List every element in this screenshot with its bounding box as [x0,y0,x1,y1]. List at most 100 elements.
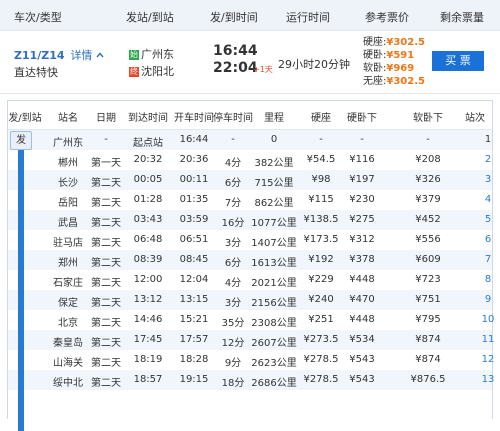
buy-ticket-button[interactable]: 买 票 [432,51,484,71]
row-hard-sleeper: ¥470 [349,294,375,305]
table-row: 北京 第二天 14:46 15:21 35分 2308公里 ¥251 ¥448 ¥795 10 [8,310,494,330]
row-soft-sleeper: ¥874 [415,354,441,365]
row-date: 第二天 [91,358,121,369]
row-stop: 6分 [224,258,242,269]
row-station: 长沙 [58,178,78,189]
table-row: 石家庄 第二天 12:00 12:04 4分 2021公里 ¥229 ¥448 ¥723 8 [8,270,492,290]
row-mileage: 382公里 [254,158,294,169]
row-hard-seat: ¥251 [308,314,334,325]
row-depart: 15:21 [179,314,209,325]
sched-col-station: 站名 [58,113,78,124]
row-depart: 17:57 [179,334,209,345]
row-index: 6 [484,234,492,245]
row-arrive: 17:45 [133,334,163,345]
schedule-header: 发/到站 站名 日期 到达时间 开车时间 停车时间 里程 硬座 硬卧下 软卧下 … [8,101,492,130]
table-row: 驻马店 第二天 06:48 06:51 3分 1407公里 ¥173.5 ¥312 ¥556 6 [8,230,492,250]
start-badge: 始 [129,50,139,60]
to-station-name: 沈阳北 [141,65,174,78]
price-item: 无座:¥302.5 [363,75,425,88]
row-index: 4 [484,194,492,205]
col-header-price: 参考票价 [365,11,409,24]
row-station: 绥中北 [53,378,83,389]
row-arrive: 06:48 [133,234,163,245]
row-stop: 9分 [224,358,242,369]
row-depart: 16:44 [179,134,209,145]
sched-col-mileage: 里程 [264,113,284,124]
table-row: 长沙 第二天 00:05 00:11 6分 715公里 ¥98 ¥197 ¥326 3 [8,170,492,190]
row-index: 3 [484,174,492,185]
col-header-remaining: 剩余票量 [440,11,484,24]
row-arrive: 12:00 [133,274,163,285]
end-badge: 终 [129,67,139,77]
price-list: 硬座:¥302.5 硬卧:¥591 软卧:¥969 无座:¥302.5 [363,36,425,88]
row-date: - [104,134,108,145]
sched-col-hard-seat: 硬座 [311,113,331,124]
row-arrive: 08:39 [133,254,163,265]
row-stop: 16分 [221,218,245,229]
row-arrive: 13:12 [133,294,163,305]
from-station: 始广州东 [129,46,174,62]
row-index: 1 [484,134,492,145]
price-item: 硬卧:¥591 [363,49,425,62]
row-station: 北京 [58,318,78,329]
row-station: 广州东 [53,138,83,149]
row-date: 第二天 [91,258,121,269]
row-hard-seat: ¥278.5 [303,374,339,385]
row-hard-sleeper: ¥275 [349,214,375,225]
row-station: 保定 [58,298,78,309]
table-row: 岳阳 第二天 01:28 01:35 7分 862公里 ¥115 ¥230 ¥379 4 [8,190,492,210]
row-date: 第一天 [91,158,121,169]
row-station: 郴州 [58,158,78,169]
price-label: 软卧: [363,63,387,74]
row-arrive: 20:32 [133,154,163,165]
table-row: 郑州 第二天 08:39 08:45 6分 1613公里 ¥192 ¥378 ¥609 7 [8,250,492,270]
row-stop: 35分 [221,318,245,329]
row-hard-sleeper: ¥448 [349,314,375,325]
row-station: 岳阳 [58,198,78,209]
row-hard-seat: ¥278.5 [303,354,339,365]
row-arrive: 起点站 [133,138,163,149]
row-mileage: 2686公里 [251,378,297,389]
detail-label[interactable]: 详情 [70,49,92,62]
detail-toggle[interactable]: 详情 [70,49,104,62]
row-mileage: 0 [270,134,278,145]
row-soft-sleeper: ¥326 [415,174,441,185]
train-type: 直达特快 [14,66,58,79]
row-mileage: 1613公里 [251,258,297,269]
chevron-up-icon[interactable] [96,52,104,58]
row-stop: 3分 [224,298,242,309]
row-date: 第二天 [91,318,121,329]
row-arrive: 01:28 [133,194,163,205]
row-hard-seat: ¥115 [308,194,334,205]
row-index: 5 [484,214,492,225]
row-date: 第二天 [91,338,121,349]
col-header-train: 车次/类型 [14,11,62,24]
results-header: 车次/类型 发站/到站 发/到时间 运行时间 参考票价 剩余票量 [0,0,500,31]
row-soft-sleeper: ¥379 [415,194,441,205]
row-hard-sleeper: ¥534 [349,334,375,345]
price-value: ¥969 [386,63,415,74]
row-depart: 13:15 [179,294,209,305]
train-number[interactable]: Z11/Z14 [14,49,65,62]
row-depart: 20:36 [179,154,209,165]
row-soft-sleeper: ¥795 [415,314,441,325]
row-depart: 08:45 [179,254,209,265]
row-index: 9 [484,294,492,305]
row-arrive: 18:57 [133,374,163,385]
row-mileage: 862公里 [254,198,294,209]
plus-days: +1天 [253,65,273,74]
origin-marker: 发 [10,131,32,150]
table-row: 郴州 第一天 20:32 20:36 4分 382公里 ¥54.5 ¥116 ¥208 2 [8,150,492,170]
table-row: 武昌 第二天 03:43 03:59 16分 1077公里 ¥138.5 ¥275 ¥452 5 [8,210,492,230]
col-header-times: 发/到时间 [210,11,258,24]
row-hard-sleeper: ¥448 [349,274,375,285]
arrive-time: 22:04 [213,60,258,76]
row-hard-sleeper: ¥543 [349,374,375,385]
row-hard-seat: ¥192 [308,254,334,265]
row-station: 武昌 [58,218,78,229]
row-station: 秦皇岛 [53,338,83,349]
schedule-panel: 发/到站 站名 日期 到达时间 开车时间 停车时间 里程 硬座 硬卧下 软卧下 … [7,100,494,431]
train-number-link[interactable]: Z11/Z14 详情 [14,47,104,63]
row-stop: - [231,134,235,145]
price-value: ¥302.5 [386,37,425,48]
